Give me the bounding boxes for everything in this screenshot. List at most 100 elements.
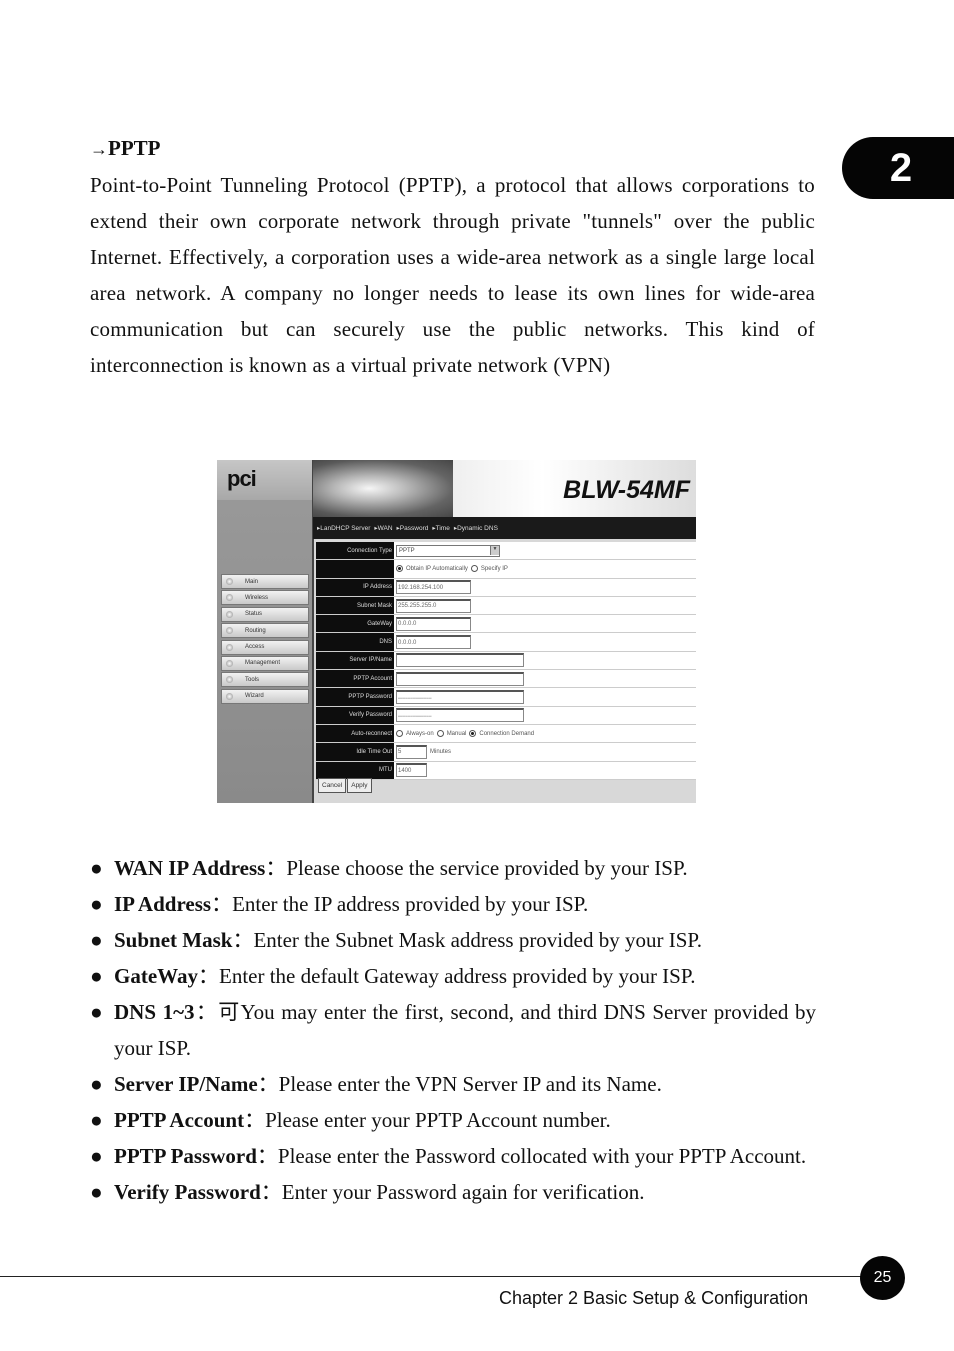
router-ui-screenshot: pci Main Wireless Status Routing Access … <box>217 460 696 803</box>
model-name: BLW-54MF <box>563 476 690 504</box>
section-paragraph: Point-to-Point Tunneling Protocol (PPTP)… <box>90 173 815 377</box>
nav-item-management: Management <box>221 655 309 671</box>
radio-off-icon <box>470 565 478 573</box>
dns-field: 0.0.0.0 <box>396 635 471 650</box>
separator: ： <box>232 928 254 952</box>
form-label: Server IP/Name <box>316 651 394 670</box>
radio-label: Always-on <box>406 730 434 737</box>
nav-label: Tools <box>245 676 260 683</box>
form-label: PPTP Account <box>316 670 394 688</box>
section-heading: →PPTP <box>90 136 161 161</box>
bullet-icon <box>226 676 233 684</box>
form-label: GateWay <box>316 615 394 633</box>
term: GateWay <box>114 964 198 988</box>
description: Enter the default Gateway address provid… <box>219 964 696 988</box>
list-item: ● DNS 1~3：可You may enter the first, secon… <box>90 994 816 1066</box>
nav-item-access: Access <box>221 639 309 655</box>
description: Enter the Subnet Mask address provided b… <box>253 928 702 952</box>
top-menu: ▸LanDHCP Server ▸WAN ▸Password ▸Time ▸Dy… <box>313 517 696 539</box>
list-item: ● Server IP/Name：Please enter the VPN Ser… <box>90 1066 816 1102</box>
chapter-tab: 2 <box>842 137 954 199</box>
nav-item-wireless: Wireless <box>221 590 309 606</box>
menu-item-wan: ▸WAN <box>374 525 393 532</box>
apply-button: Apply <box>347 778 372 793</box>
select-value: PPTP <box>399 547 415 554</box>
bullet-icon <box>226 659 233 667</box>
idle-unit: Minutes <box>430 748 452 755</box>
banner: BLW-54MF <box>313 460 696 517</box>
footer-rule <box>0 1276 862 1277</box>
separator: ： <box>257 1072 279 1096</box>
list-item: ● Subnet Mask：Enter the Subnet Mask addre… <box>90 922 816 958</box>
separator: ： <box>211 892 233 916</box>
list-item: ● WAN IP Address：Please choose the servic… <box>90 850 816 886</box>
form-label: Subnet Mask <box>316 596 394 615</box>
separator: ： <box>244 1108 266 1132</box>
bullet-icon <box>226 643 233 651</box>
nav-item-status: Status <box>221 606 309 622</box>
description: Enter your Password again for verificati… <box>281 1180 645 1204</box>
bullet-icon <box>226 692 233 700</box>
form-label: Verify Password <box>316 706 394 724</box>
screenshot-nav: Main Wireless Status Routing Access Mana… <box>221 574 309 705</box>
separator: ： <box>198 964 219 988</box>
bullet-icon <box>226 627 233 635</box>
menu-item-lan-dhcp: ▸LanDHCP Server <box>317 525 371 532</box>
list-item: ● GateWay：Enter the default Gateway addre… <box>90 958 816 994</box>
bullet-icon: ● <box>90 1180 103 1204</box>
radio-label: Specify IP <box>480 565 508 572</box>
term: Subnet Mask <box>114 928 233 952</box>
form-label: Connection Type <box>316 542 394 560</box>
arrow-icon: → <box>90 139 108 159</box>
term: WAN IP Address <box>114 856 266 880</box>
bullet-icon: ● <box>90 928 103 952</box>
separator: ： <box>260 1180 282 1204</box>
radio-off-icon <box>436 730 444 738</box>
nav-item-main: Main <box>221 574 309 589</box>
nav-item-wizard: Wizard <box>221 688 309 704</box>
field-descriptions: ● WAN IP Address ： Please choose the servic… <box>90 850 816 1210</box>
form-label: PPTP Password <box>316 688 394 706</box>
form-label: IP Address <box>316 578 394 596</box>
footer-chapter-title: Chapter 2 Basic Setup & Configuration <box>499 1288 809 1308</box>
radio-label: Connection Demand <box>479 730 535 737</box>
form-label: MTU <box>316 761 394 779</box>
bullet-icon: ● <box>90 1108 103 1132</box>
password-field: •••••••••••••••••••••••••••••••• <box>396 690 524 705</box>
verify-field: •••••••••••••••••••••••••••••••• <box>396 708 524 723</box>
gateway-field: 0.0.0.0 <box>396 616 471 631</box>
description: Please enter the VPN Server IP and its N… <box>278 1072 662 1096</box>
bullet-icon <box>226 610 233 618</box>
form-label: DNS <box>316 633 394 651</box>
bullet-icon: ● <box>90 1072 103 1096</box>
list-item: ● IP Address：Enter the IP address provide… <box>90 886 816 922</box>
description: Please enter your PPTP Account number. <box>265 1108 611 1132</box>
radio-off-icon <box>396 730 403 738</box>
nav-label: Management <box>245 660 281 667</box>
term: Verify Password <box>114 1180 261 1204</box>
mask-field: 255.255.255.0 <box>396 598 471 613</box>
radio-on-icon <box>469 730 477 738</box>
page-number: 25 <box>860 1256 905 1300</box>
pci-logo: pci <box>227 466 257 491</box>
account-field <box>396 671 524 686</box>
bullet-icon <box>226 578 233 585</box>
description: Please choose the service provided by yo… <box>286 856 688 880</box>
term: PPTP Account <box>114 1108 245 1132</box>
list-item: ● PPTP Password：Please enter the Password… <box>90 1138 816 1174</box>
menu-item-password: ▸Password <box>396 525 429 532</box>
connection-type-select: PPTP ▼ <box>396 544 500 557</box>
menu-item-time: ▸Time <box>432 525 450 532</box>
cancel-button: Cancel <box>318 778 347 793</box>
menu-item-dynamic-dns: ▸Dynamic DNS <box>453 525 498 532</box>
nav-label: Wireless <box>245 594 269 601</box>
bullet-icon: ● <box>90 964 103 988</box>
mtu-field: 1400 <box>396 763 427 778</box>
ip-field: 192.168.254.100 <box>396 580 471 595</box>
nav-item-tools: Tools <box>221 672 309 688</box>
banner-graphic <box>313 460 453 517</box>
section-title: PPTP <box>108 136 161 160</box>
nav-item-routing: Routing <box>221 623 309 639</box>
term: Server IP/Name <box>114 1072 258 1096</box>
description: Enter the IP address provided by your IS… <box>232 892 589 916</box>
